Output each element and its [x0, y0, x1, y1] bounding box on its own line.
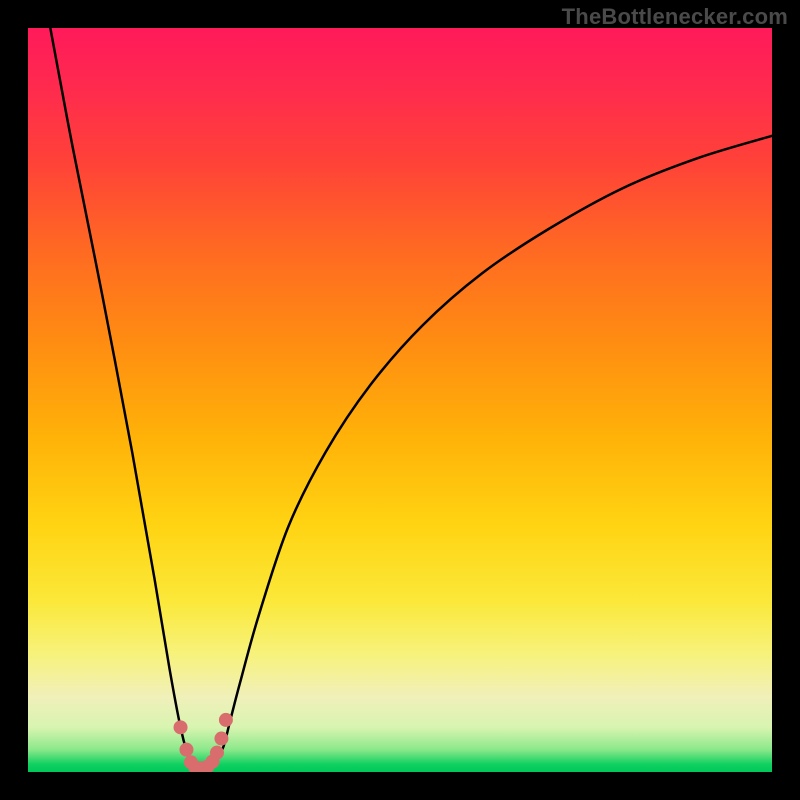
watermark-text: TheBottlenecker.com [562, 4, 788, 30]
chart-plot-area [28, 28, 772, 772]
bottleneck-chart [28, 28, 772, 772]
bottleneck-curve [50, 28, 772, 768]
marker-dot [214, 732, 228, 746]
marker-cluster [174, 713, 233, 772]
marker-dot [210, 746, 224, 760]
marker-dot [174, 720, 188, 734]
marker-dot [179, 743, 193, 757]
chart-frame: TheBottlenecker.com [0, 0, 800, 800]
marker-dot [219, 713, 233, 727]
